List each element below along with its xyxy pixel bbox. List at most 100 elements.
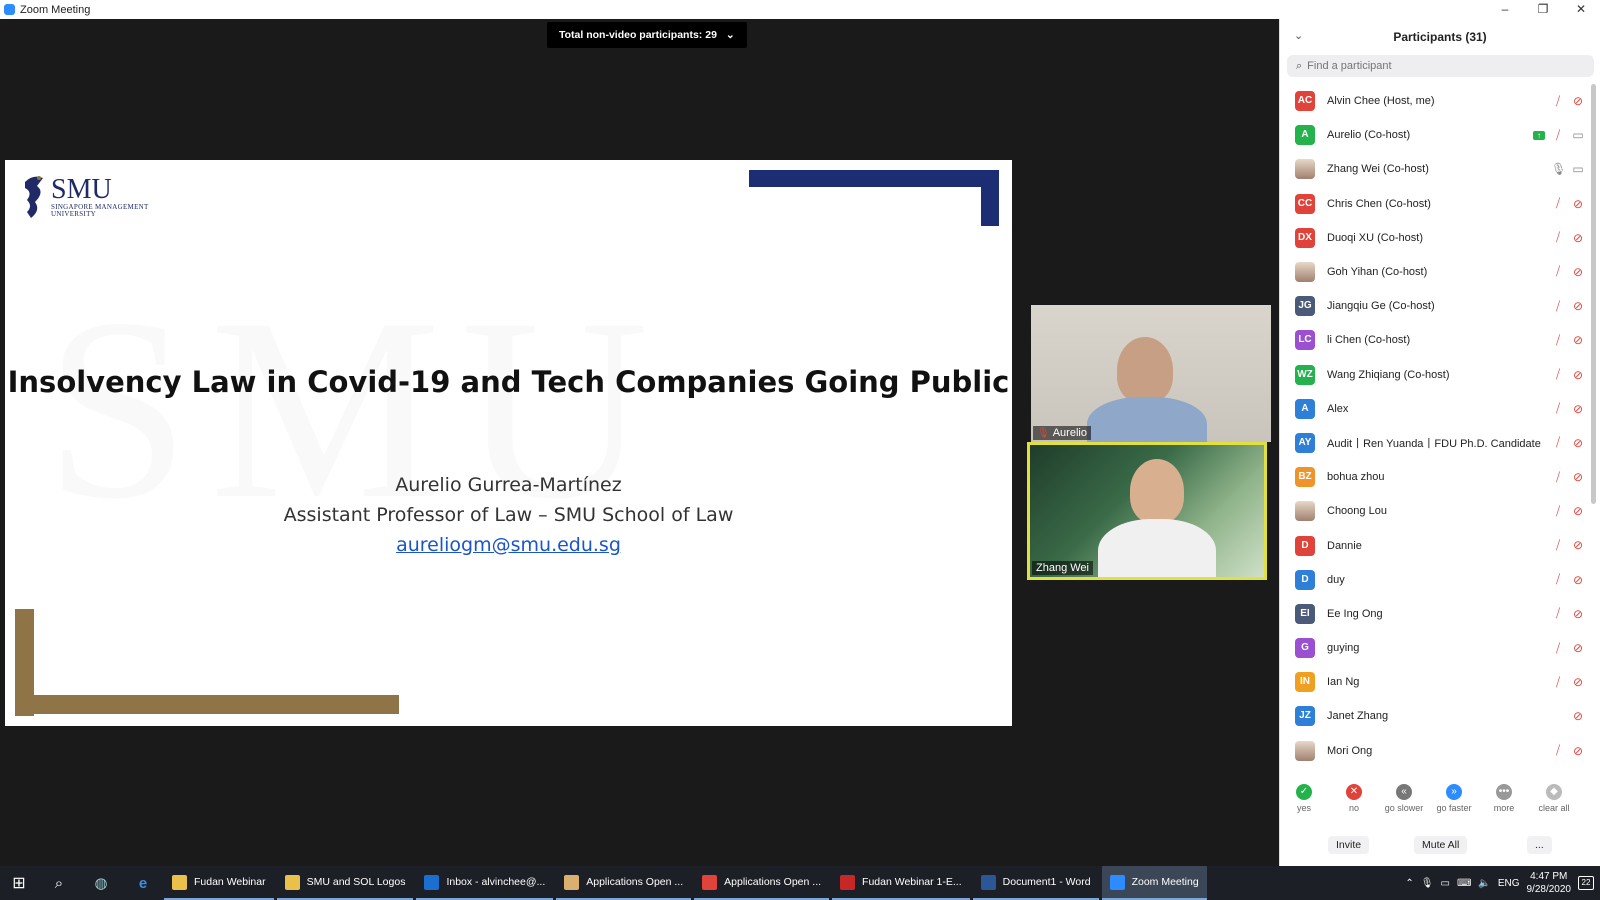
video-off-icon[interactable]: ⊘ — [1571, 538, 1585, 552]
mic-muted-icon[interactable]: ⧸ — [1551, 367, 1565, 382]
mic-muted-icon[interactable]: ⧸ — [1551, 264, 1565, 279]
minimize-button[interactable]: – — [1486, 0, 1524, 19]
taskbar-app[interactable]: Fudan Webinar — [164, 866, 274, 900]
close-button[interactable]: ✕ — [1562, 0, 1600, 19]
windows-start-icon[interactable]: ⊞ — [0, 873, 38, 893]
video-off-icon[interactable]: ⊘ — [1571, 368, 1585, 382]
network-icon[interactable]: ⌨ — [1457, 878, 1471, 889]
participant-row[interactable]: Goh Yihan (Co-host) ⧸ ⊘ — [1279, 255, 1591, 289]
battery-icon[interactable]: ▭ — [1440, 878, 1449, 889]
video-tile-zhang-wei[interactable]: Zhang Wei — [1027, 442, 1267, 580]
participant-row[interactable]: JG Jiangqiu Ge (Co-host) ⧸ ⊘ — [1279, 289, 1591, 323]
input-language[interactable]: ENG — [1498, 878, 1520, 889]
video-off-icon[interactable]: ⊘ — [1571, 197, 1585, 211]
video-off-icon[interactable]: ⊘ — [1571, 94, 1585, 108]
taskbar-app[interactable]: Applications Open ... — [556, 866, 692, 900]
participant-search[interactable]: ⌕ — [1287, 55, 1594, 77]
cortana-icon[interactable]: ◍ — [80, 874, 122, 892]
video-off-icon[interactable]: ⊘ — [1571, 402, 1585, 416]
participant-row[interactable]: Zhang Wei (Co-host) 🎙 ▭ — [1279, 152, 1591, 186]
video-off-icon[interactable]: ⊘ — [1571, 299, 1585, 313]
participant-list-scrollbar[interactable] — [1591, 84, 1596, 504]
video-off-icon[interactable]: ⊘ — [1571, 744, 1585, 758]
participant-row[interactable]: Dduy ⧸ ⊘ — [1279, 563, 1591, 597]
video-off-icon[interactable]: ⊘ — [1571, 333, 1585, 347]
participant-row[interactable]: EI Ee Ing Ong ⧸ ⊘ — [1279, 597, 1591, 631]
taskbar-app[interactable]: Zoom Meeting — [1101, 866, 1207, 900]
mic-muted-icon[interactable]: ⧸ — [1551, 572, 1565, 587]
mic-muted-icon[interactable]: ⧸ — [1551, 538, 1565, 553]
mic-muted-icon[interactable]: ⧸ — [1551, 641, 1565, 656]
participant-row[interactable]: A Alex ⧸ ⊘ — [1279, 392, 1591, 426]
taskbar-app[interactable]: Document1 - Word — [972, 866, 1099, 900]
video-off-icon[interactable]: ⊘ — [1571, 470, 1585, 484]
mic-muted-icon[interactable]: ⧸ — [1551, 504, 1565, 519]
mic-muted-icon[interactable]: ⧸ — [1551, 196, 1565, 211]
participant-row[interactable]: WZ Wang Zhiqiang (Co-host) ⧸ ⊘ — [1279, 358, 1591, 392]
video-off-icon[interactable]: ⊘ — [1571, 709, 1585, 723]
mic-muted-icon[interactable]: ⧸ — [1551, 435, 1565, 450]
invite-button[interactable]: Invite — [1328, 836, 1370, 854]
video-off-icon[interactable]: ⊘ — [1571, 231, 1585, 245]
mic-muted-icon[interactable]: ⧸ — [1551, 606, 1565, 621]
edge-icon[interactable]: e — [122, 875, 164, 892]
participant-search-input[interactable] — [1307, 60, 1558, 72]
mic-muted-icon[interactable]: ⧸ — [1551, 401, 1565, 416]
participant-row[interactable]: Gguying ⧸ ⊘ — [1279, 631, 1591, 665]
participant-row[interactable]: IN Ian Ng ⧸ ⊘ — [1279, 665, 1591, 699]
participant-row[interactable]: AY Audit丨Ren Yuanda丨FDU Ph.D. Candidate ⧸ ⊘ — [1279, 426, 1591, 460]
reaction-no[interactable]: ✕ no — [1329, 784, 1379, 824]
more-options-button[interactable]: ... — [1527, 836, 1552, 854]
video-off-icon[interactable]: ⊘ — [1571, 573, 1585, 587]
volume-icon[interactable]: 🔈 — [1478, 878, 1490, 889]
video-off-icon[interactable]: ⊘ — [1571, 607, 1585, 621]
taskbar-app[interactable]: Fudan Webinar 1-E... — [832, 866, 970, 900]
participant-row[interactable]: Choong Lou ⧸ ⊘ — [1279, 494, 1591, 528]
video-on-icon[interactable]: ▭ — [1571, 128, 1585, 142]
mic-muted-icon[interactable]: ⧸ — [1551, 675, 1565, 690]
mic-muted-icon[interactable]: ⧸ — [1551, 230, 1565, 245]
participant-row[interactable]: DX Duoqi XU (Co-host) ⧸ ⊘ — [1279, 221, 1591, 255]
participant-row[interactable]: D Dannie ⧸ ⊘ — [1279, 528, 1591, 562]
restore-button[interactable]: ❐ — [1524, 0, 1562, 19]
participant-row[interactable]: LC li Chen (Co-host) ⧸ ⊘ — [1279, 323, 1591, 357]
tray-chevron-icon[interactable]: ⌃ — [1405, 878, 1413, 889]
reaction-go-slower[interactable]: « go slower — [1379, 784, 1429, 824]
slide-email-link[interactable]: aureliogm@smu.edu.sg — [396, 534, 621, 556]
taskbar-app[interactable]: Inbox - alvinchee@... — [416, 866, 554, 900]
video-off-icon[interactable]: ⊘ — [1571, 675, 1585, 689]
reaction-more[interactable]: ••• more — [1479, 784, 1529, 824]
non-video-participants-toggle[interactable]: Total non-video participants: 29 ⌄ — [547, 22, 747, 48]
video-tile-aurelio[interactable]: 🎙 Aurelio — [1031, 305, 1271, 442]
participant-row[interactable]: AC Alvin Chee (Host, me) ⧸ ⊘ — [1279, 84, 1591, 118]
video-off-icon[interactable]: ⊘ — [1571, 641, 1585, 655]
mute-all-button[interactable]: Mute All — [1414, 836, 1468, 854]
participant-row[interactable]: JZ Janet Zhang ⊘ — [1279, 699, 1591, 733]
taskbar-clock[interactable]: 4:47 PM 9/28/2020 — [1527, 870, 1572, 896]
video-off-icon[interactable]: ⊘ — [1571, 504, 1585, 518]
reaction-yes[interactable]: ✓ yes — [1279, 784, 1329, 824]
video-off-icon[interactable]: ⊘ — [1571, 265, 1585, 279]
mic-muted-icon[interactable]: ⧸ — [1551, 743, 1565, 758]
participant-row[interactable]: CC Chris Chen (Co-host) ⧸ ⊘ — [1279, 187, 1591, 221]
reaction-go-faster[interactable]: » go faster — [1429, 784, 1479, 824]
mic-on-icon[interactable]: 🎙 — [1551, 162, 1566, 176]
search-icon[interactable]: ⌕ — [38, 875, 80, 892]
mic-muted-icon[interactable]: ⧸ — [1551, 333, 1565, 348]
microphone-icon[interactable]: 🎙 — [1421, 878, 1434, 889]
participant-row[interactable]: A Aurelio (Co-host) ↑ ⧸ ▭ — [1279, 118, 1591, 152]
taskbar-app[interactable]: Applications Open ... — [694, 866, 830, 900]
logo-text: SMU — [51, 174, 112, 205]
mic-muted-icon[interactable]: ⧸ — [1551, 128, 1565, 143]
participant-row[interactable]: BZ bohua zhou ⧸ ⊘ — [1279, 460, 1591, 494]
video-on-icon[interactable]: ▭ — [1571, 162, 1585, 176]
notification-center-icon[interactable]: 22 — [1578, 876, 1594, 890]
video-off-icon[interactable]: ⊘ — [1571, 436, 1585, 450]
mic-muted-icon[interactable]: ⧸ — [1551, 94, 1565, 109]
mic-muted-icon[interactable]: ⧸ — [1551, 470, 1565, 485]
taskbar-app[interactable]: SMU and SOL Logos — [276, 866, 414, 900]
mic-muted-icon[interactable]: ⧸ — [1551, 299, 1565, 314]
collapse-chevron-icon[interactable]: ⌄ — [1294, 29, 1303, 42]
participant-row[interactable]: Mori Ong ⧸ ⊘ — [1279, 734, 1591, 768]
reaction-clear-all[interactable]: ◆ clear all — [1529, 784, 1579, 824]
